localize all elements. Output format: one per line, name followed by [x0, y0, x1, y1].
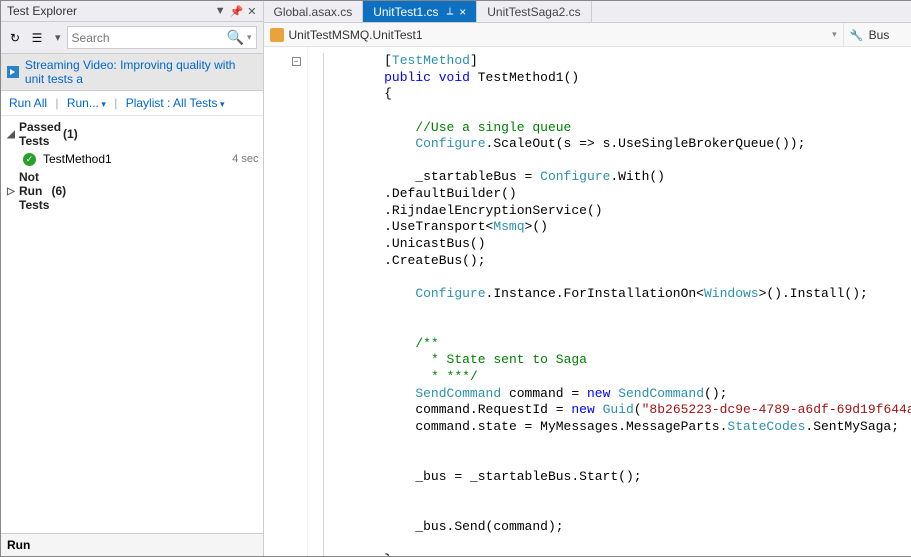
fold-icon[interactable]: −: [292, 57, 301, 66]
code-gutter: −: [264, 47, 308, 556]
class-icon: [270, 28, 284, 42]
test-name: TestMethod1: [43, 152, 232, 166]
tab-unittest1[interactable]: UnitTest1.cs ⟂ ×: [363, 1, 477, 22]
navigation-bar: UnitTestMSMQ.UnitTest1 ▾ Bus ▾: [264, 23, 911, 47]
search-input[interactable]: [72, 31, 227, 45]
test-explorer-header: Test Explorer ▼ 📌 ✕: [1, 1, 263, 22]
panel-title: Test Explorer: [7, 4, 211, 18]
document-tabs: Global.asax.cs UnitTest1.cs ⟂ × UnitTest…: [264, 1, 911, 23]
playlist-dropdown[interactable]: Playlist : All Tests: [126, 96, 225, 110]
search-dropdown-icon[interactable]: ▾: [247, 32, 252, 43]
chevron-down-icon: ▾: [832, 29, 837, 40]
tab-unittestsaga2[interactable]: UnitTestSaga2.cs: [477, 1, 591, 22]
test-explorer-footer: Run: [1, 533, 263, 556]
test-commands-bar: Run All | Run... | Playlist : All Tests: [1, 91, 263, 116]
refresh-icon[interactable]: ↻: [7, 30, 23, 46]
video-banner[interactable]: Streaming Video: Improving quality with …: [1, 54, 263, 91]
code-content[interactable]: [TestMethod] public void TestMethod1() {…: [308, 47, 911, 556]
test-explorer-panel: Test Explorer ▼ 📌 ✕ ↻ ☰ ▾ 🔍 ▾ Streaming …: [1, 1, 264, 556]
group-label: Passed Tests: [19, 120, 61, 148]
member-dropdown[interactable]: Bus ▾: [844, 23, 911, 46]
pin-icon[interactable]: ⟂: [447, 6, 454, 17]
test-tree: ◢ Passed Tests (1) ✓ TestMethod1 4 sec ▷…: [1, 116, 263, 533]
collapse-icon[interactable]: ◢: [5, 129, 17, 140]
code-area[interactable]: − [TestMethod] public void TestMethod1()…: [264, 47, 911, 556]
scope-text: UnitTestMSMQ.UnitTest1: [289, 28, 833, 42]
expand-icon[interactable]: ▷: [5, 186, 17, 197]
dropdown-icon[interactable]: ▼: [215, 5, 226, 17]
banner-text: Streaming Video: Improving quality with …: [25, 58, 257, 86]
play-icon: [7, 66, 19, 78]
wrench-icon: [850, 28, 864, 42]
scope-dropdown[interactable]: UnitTestMSMQ.UnitTest1 ▾: [264, 23, 844, 46]
member-text: Bus: [869, 28, 911, 42]
group-count: (1): [63, 127, 78, 141]
test-item-testmethod1[interactable]: ✓ TestMethod1 4 sec: [1, 150, 263, 168]
test-duration: 4 sec: [232, 153, 258, 165]
tab-global-asax[interactable]: Global.asax.cs: [264, 1, 364, 22]
group-label: Not Run Tests: [19, 170, 49, 212]
test-explorer-toolbar: ↻ ☰ ▾ 🔍 ▾: [1, 22, 263, 54]
search-box[interactable]: 🔍 ▾: [67, 26, 257, 49]
group-icon[interactable]: ☰: [29, 30, 45, 46]
passed-icon: ✓: [23, 153, 36, 166]
toolbar-dropdown-icon[interactable]: ▾: [55, 31, 61, 44]
passed-tests-group[interactable]: ◢ Passed Tests (1): [1, 118, 263, 150]
run-dropdown[interactable]: Run...: [67, 96, 106, 110]
search-icon[interactable]: 🔍: [227, 29, 244, 46]
pin-icon[interactable]: 📌: [230, 5, 244, 18]
run-all-link[interactable]: Run All: [9, 96, 47, 110]
close-icon[interactable]: ×: [459, 5, 466, 19]
code-text: [TestMethod] public void TestMethod1() {…: [330, 53, 911, 556]
notrun-tests-group[interactable]: ▷ Not Run Tests (6): [1, 168, 263, 214]
close-icon[interactable]: ✕: [247, 5, 256, 18]
group-count: (6): [51, 184, 66, 198]
code-editor-panel: Global.asax.cs UnitTest1.cs ⟂ × UnitTest…: [264, 1, 911, 556]
